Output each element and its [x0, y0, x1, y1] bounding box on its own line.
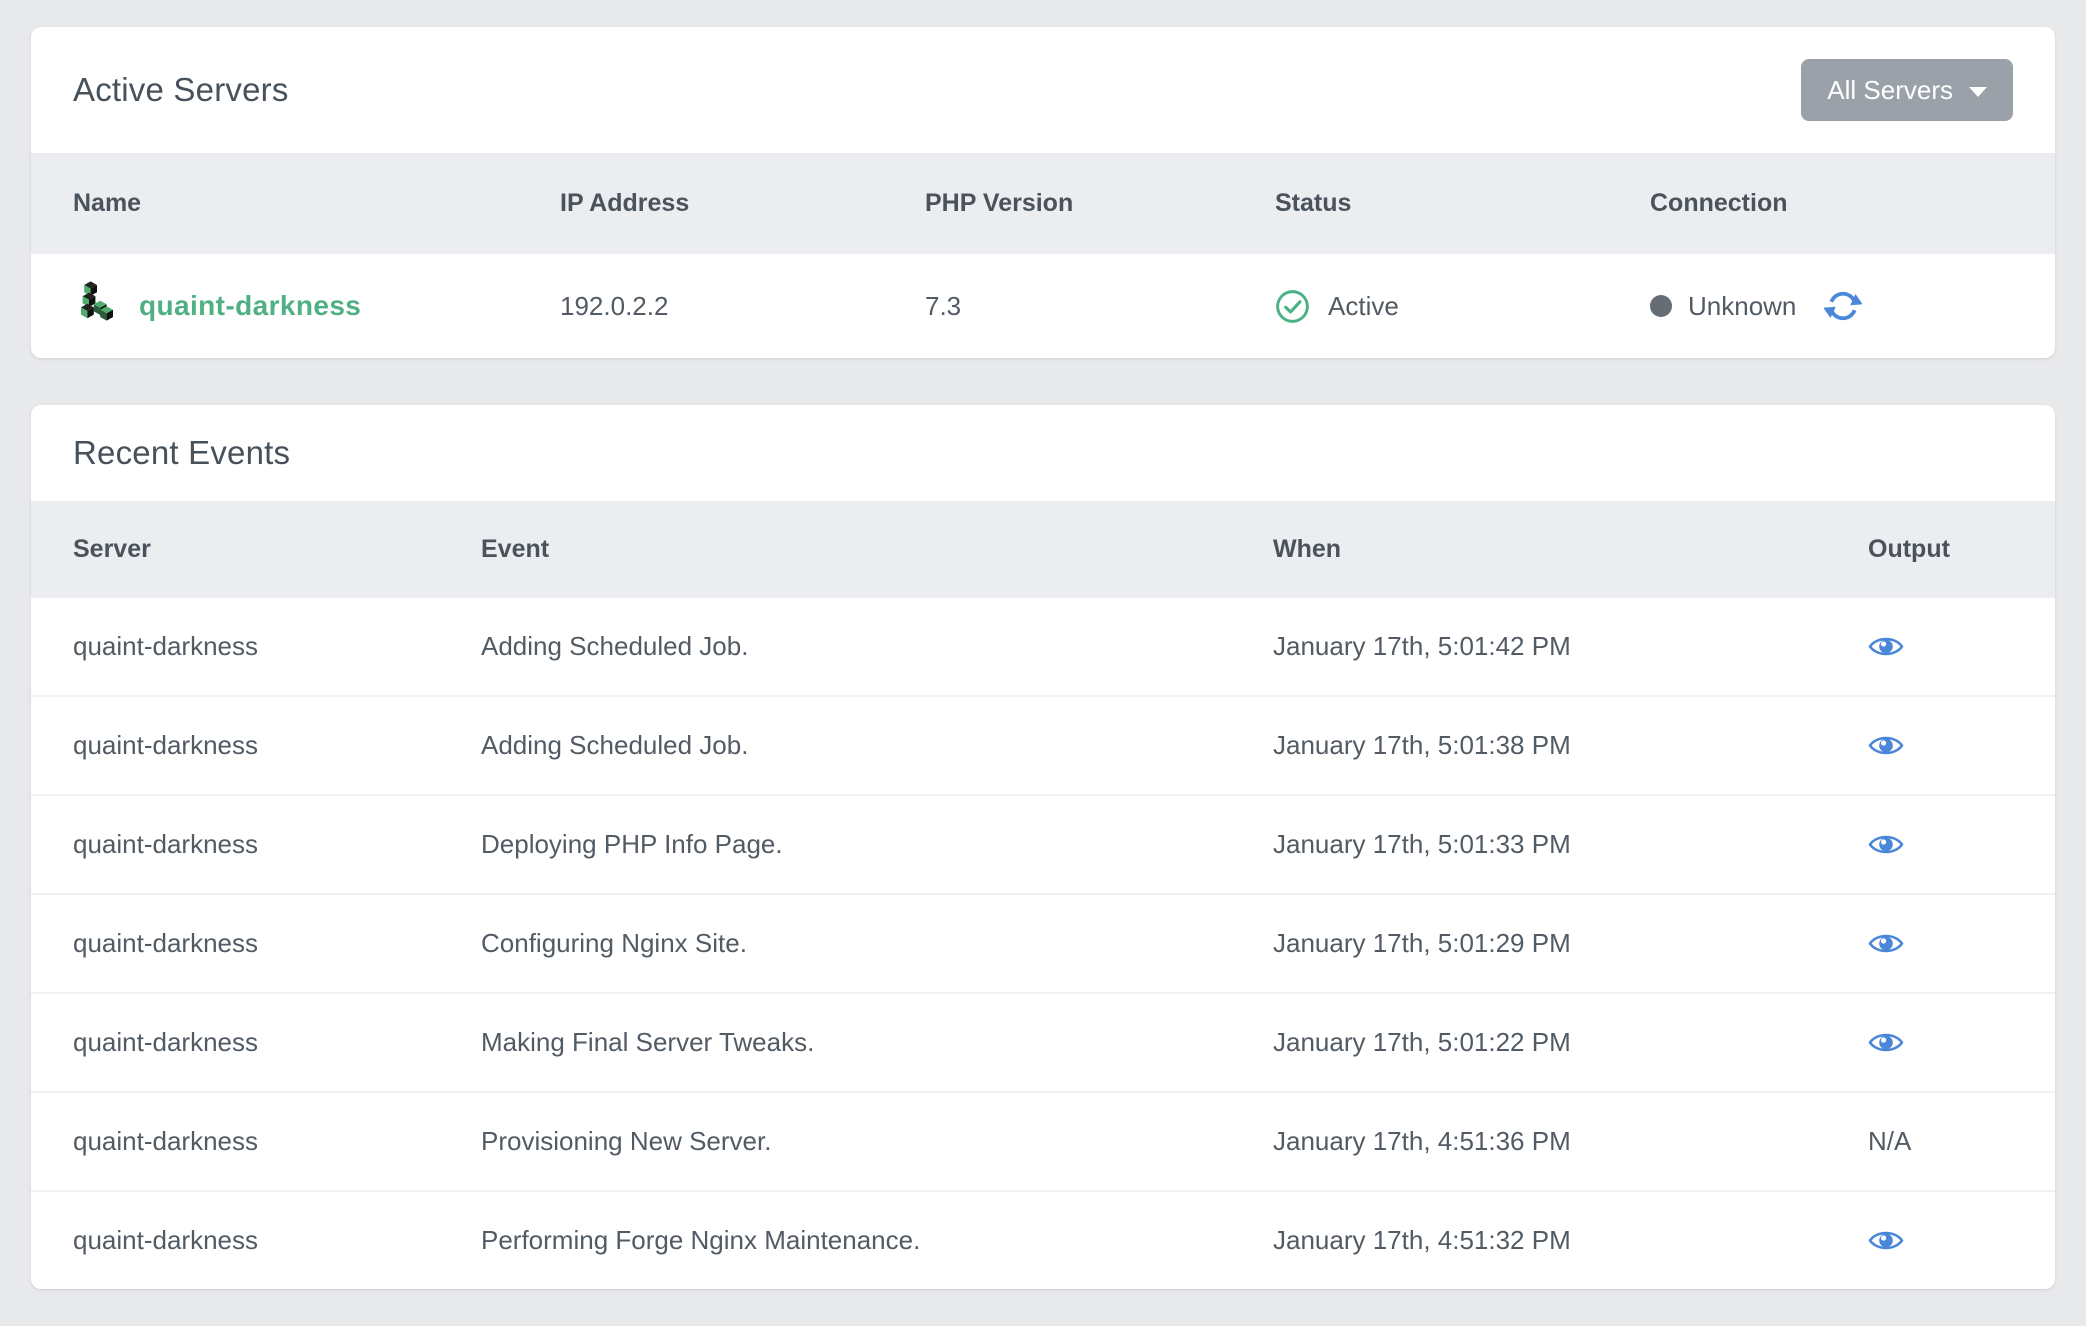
event-row: quaint-darkness Performing Forge Nginx M…: [31, 1191, 2055, 1289]
server-ip-address: 192.0.2.2: [560, 254, 925, 358]
view-output-button[interactable]: [1848, 732, 1904, 759]
eye-icon: [1868, 831, 1904, 858]
refresh-icon: [1824, 287, 1862, 325]
server-php-version: 7.3: [925, 254, 1275, 358]
event-server: quaint-darkness: [31, 598, 481, 696]
event-description: Provisioning New Server.: [481, 1092, 1273, 1191]
active-servers-header-row: Name IP Address PHP Version Status Conne…: [31, 153, 2055, 254]
event-description: Performing Forge Nginx Maintenance.: [481, 1191, 1273, 1289]
column-header-when: When: [1273, 501, 1848, 598]
eye-icon: [1868, 1029, 1904, 1056]
server-connection-label: Unknown: [1688, 291, 1796, 322]
forge-dashboard-page: Active Servers All Servers Name IP Addre…: [0, 0, 2086, 1326]
check-circle-icon: [1275, 289, 1310, 324]
recent-events-header: Recent Events: [31, 405, 2055, 501]
view-output-button[interactable]: [1848, 1227, 1904, 1254]
column-header-status: Status: [1275, 153, 1650, 254]
active-servers-card: Active Servers All Servers Name IP Addre…: [31, 27, 2055, 358]
event-description: Configuring Nginx Site.: [481, 894, 1273, 993]
column-header-event: Event: [481, 501, 1273, 598]
eye-icon: [1868, 633, 1904, 660]
eye-icon: [1868, 1227, 1904, 1254]
column-header-name: Name: [31, 153, 560, 254]
event-row: quaint-darkness Adding Scheduled Job. Ja…: [31, 598, 2055, 696]
event-row: quaint-darkness Deploying PHP Info Page.…: [31, 795, 2055, 894]
server-row: quaint-darkness 192.0.2.2 7.3: [31, 254, 2055, 358]
event-server: quaint-darkness: [31, 696, 481, 795]
all-servers-dropdown-button[interactable]: All Servers: [1801, 59, 2013, 121]
event-row: quaint-darkness Configuring Nginx Site. …: [31, 894, 2055, 993]
view-output-button[interactable]: [1848, 831, 1904, 858]
view-output-button[interactable]: [1848, 1029, 1904, 1056]
active-servers-table: Name IP Address PHP Version Status Conne…: [31, 153, 2055, 358]
status-dot-icon: [1650, 295, 1672, 317]
eye-icon: [1868, 930, 1904, 957]
column-header-server: Server: [31, 501, 481, 598]
event-server: quaint-darkness: [31, 1191, 481, 1289]
event-when: January 17th, 5:01:22 PM: [1273, 993, 1848, 1092]
eye-icon: [1868, 732, 1904, 759]
column-header-connection: Connection: [1650, 153, 2055, 254]
server-status-label: Active: [1328, 291, 1399, 322]
active-servers-header: Active Servers All Servers: [31, 27, 2055, 153]
column-header-output: Output: [1848, 501, 2055, 598]
all-servers-dropdown-label: All Servers: [1827, 75, 1953, 106]
event-when: January 17th, 5:01:29 PM: [1273, 894, 1848, 993]
active-servers-title: Active Servers: [73, 71, 289, 109]
recent-events-header-row: Server Event When Output: [31, 501, 2055, 598]
event-when: January 17th, 5:01:33 PM: [1273, 795, 1848, 894]
event-row: quaint-darkness Provisioning New Server.…: [31, 1092, 2055, 1191]
server-name-link[interactable]: quaint-darkness: [139, 290, 361, 322]
refresh-connection-button[interactable]: [1824, 287, 1862, 325]
event-row: quaint-darkness Adding Scheduled Job. Ja…: [31, 696, 2055, 795]
view-output-button[interactable]: [1848, 633, 1904, 660]
recent-events-title: Recent Events: [73, 434, 290, 472]
column-header-php-version: PHP Version: [925, 153, 1275, 254]
event-when: January 17th, 5:01:42 PM: [1273, 598, 1848, 696]
recent-events-card: Recent Events Server Event When Output q…: [31, 405, 2055, 1289]
event-description: Making Final Server Tweaks.: [481, 993, 1273, 1092]
server-cubes-icon: [73, 278, 113, 335]
event-row: quaint-darkness Making Final Server Twea…: [31, 993, 2055, 1092]
event-when: January 17th, 4:51:36 PM: [1273, 1092, 1848, 1191]
event-server: quaint-darkness: [31, 1092, 481, 1191]
event-when: January 17th, 4:51:32 PM: [1273, 1191, 1848, 1289]
recent-events-table: Server Event When Output quaint-darkness…: [31, 501, 2055, 1289]
event-server: quaint-darkness: [31, 993, 481, 1092]
event-server: quaint-darkness: [31, 795, 481, 894]
view-output-button[interactable]: [1848, 930, 1904, 957]
column-header-ip-address: IP Address: [560, 153, 925, 254]
event-description: Adding Scheduled Job.: [481, 696, 1273, 795]
event-when: January 17th, 5:01:38 PM: [1273, 696, 1848, 795]
event-server: quaint-darkness: [31, 894, 481, 993]
event-description: Adding Scheduled Job.: [481, 598, 1273, 696]
event-description: Deploying PHP Info Page.: [481, 795, 1273, 894]
event-output-na: N/A: [1848, 1092, 2055, 1191]
caret-down-icon: [1969, 87, 1987, 97]
